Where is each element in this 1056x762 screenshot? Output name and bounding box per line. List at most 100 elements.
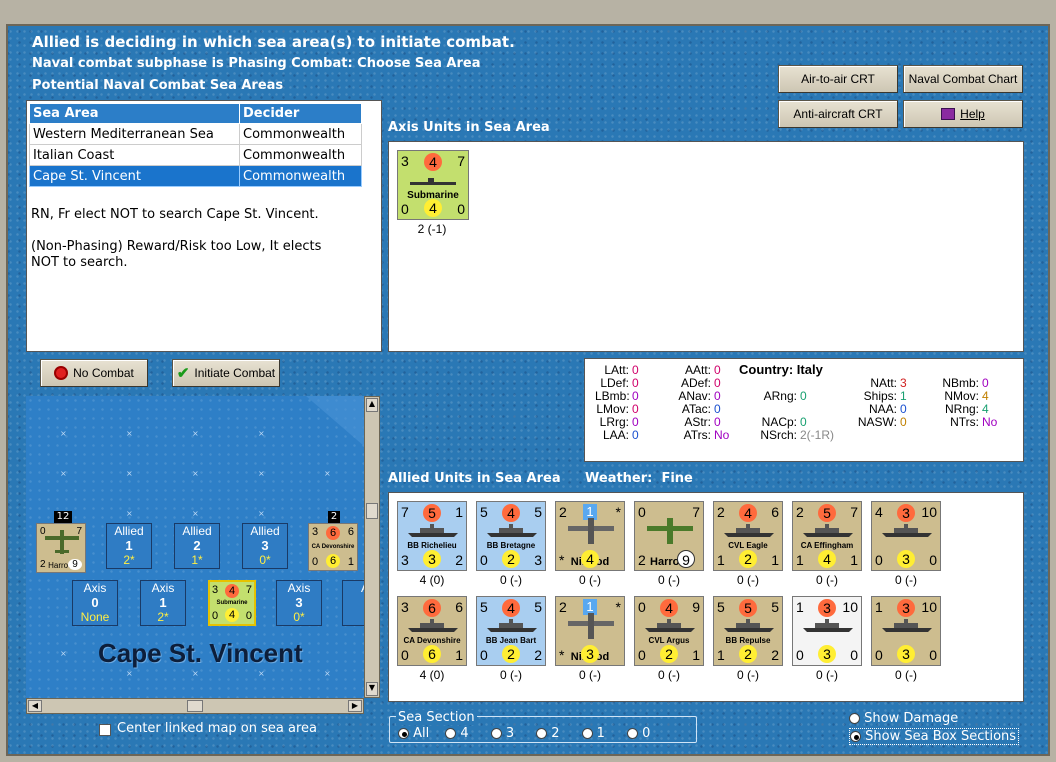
allied-unit-stat: 0 (-) [816, 668, 838, 682]
allied-unit-stat: 4 (0) [419, 668, 445, 682]
axis-submarine-counter[interactable]: 3 4 7 Submarine 0 4 0 [397, 150, 469, 220]
hscroll-thumb[interactable] [187, 700, 203, 712]
allied-unit-counter[interactable]: 2 4 6 CVL Eagle 1 2 1 [713, 501, 783, 571]
allied-unit-counter[interactable]: 0 7 Harrow 2 9 [634, 501, 704, 571]
scroll-left-arrow-icon[interactable]: ◀ [28, 700, 42, 712]
allied-unit-counter[interactable]: 0 4 9 CVL Argus 0 2 1 [634, 596, 704, 666]
scroll-thumb[interactable] [366, 503, 378, 519]
scroll-up-arrow-icon[interactable]: ▲ [366, 398, 378, 412]
axis-box-4[interactable]: A [342, 580, 364, 626]
map-horizontal-scrollbar[interactable]: ◀ ▶ [26, 698, 364, 714]
allied-unit-counter[interactable]: 4 3 10 0 3 0 [871, 501, 941, 571]
unit-stats-panel: LAtt: 0 LDef: 0 LBmb: 0 LMov: 0 LRrg: 0 LAA: 0 AAtt:… [584, 358, 1024, 462]
sea-area-table: Sea Area Decider Western Mediterranean S… [29, 103, 362, 187]
stat-value: 0 [800, 389, 807, 403]
weather-label: Weather: Fine [585, 471, 693, 486]
center-map-label: Center linked map on sea area [117, 721, 317, 736]
allied-unit-stat: 0 (-) [895, 573, 917, 587]
sea-area-map[interactable]: ×××× ××××× ×××× ××××× 12 0 7 Harrow 2 9 … [26, 396, 364, 698]
stat-value: 2(-1R) [800, 428, 835, 442]
stat-label: NBmb: [942, 376, 979, 390]
no-combat-button[interactable]: No Combat [40, 359, 148, 387]
axis-unit-stat: 2 (-1) [417, 222, 447, 236]
stat-value: 4 [982, 402, 989, 416]
allied-unit-counter[interactable]: 21*Nimrod*4 [555, 501, 625, 571]
system-menu-button[interactable] [4, 3, 32, 19]
radio-icon[interactable] [490, 728, 502, 739]
allied-unit-counter[interactable]: 5 5 5 BB Repulse 1 2 2 [713, 596, 783, 666]
svg-text:×: × [60, 429, 67, 438]
naval-combat-chart-button[interactable]: Naval Combat Chart [903, 65, 1023, 93]
axis-box-1[interactable]: Axis 1 2* [140, 580, 186, 626]
column-sea-area[interactable]: Sea Area [29, 103, 240, 124]
radio-icon[interactable] [581, 728, 593, 739]
allied-unit-counter[interactable]: 3 6 6 CA Devonshire 0 6 1 [397, 596, 467, 666]
table-row[interactable]: Western Mediterranean Sea Commonwealth [29, 123, 362, 145]
stat-value: 0 [714, 376, 721, 390]
show-sea-box-option[interactable]: Show Sea Box Sections [849, 728, 1020, 745]
initiate-combat-button[interactable]: ✔ Initiate Combat [172, 359, 280, 387]
sea-section-option-2[interactable]: 3 [490, 726, 514, 741]
radio-icon[interactable] [626, 728, 638, 739]
sea-section-option-0[interactable]: All [398, 726, 429, 741]
allied-unit-counter[interactable]: 1 3 10 0 3 0 [792, 596, 862, 666]
allied-unit-counter[interactable]: 5 4 5 BB Bretagne 0 2 3 [476, 501, 546, 571]
map-harrow-counter[interactable]: 0 7 Harrow 2 9 [36, 523, 86, 573]
anti-aircraft-crt-button[interactable]: Anti-aircraft CRT [778, 100, 898, 128]
show-damage-option[interactable]: Show Damage [849, 711, 958, 726]
map-vertical-scrollbar[interactable]: ▲ ▼ [364, 396, 380, 698]
close-button[interactable] [1020, 3, 1048, 19]
window-title: Naval Combat In Cape St. Vincent (Allied… [58, 0, 918, 22]
map-devonshire-counter[interactable]: 3 6 6 CA Devonshire 0 6 1 [308, 523, 358, 571]
sea-section-option-1[interactable]: 4 [445, 726, 469, 741]
stat-value: 0 [632, 376, 639, 390]
stat-label: NAA: [868, 402, 897, 416]
allied-box-3[interactable]: Allied 3 0* [242, 523, 288, 569]
stat-label: NMov: [944, 389, 979, 403]
stat-label: NASW: [857, 415, 897, 429]
map-submarine-counter[interactable]: 3 4 7 Submarine 0 4 0 [208, 580, 256, 626]
radio-icon[interactable] [445, 728, 457, 739]
sea-section-option-3[interactable]: 2 [536, 726, 560, 741]
center-map-checkbox[interactable] [99, 724, 111, 736]
scroll-down-arrow-icon[interactable]: ▼ [366, 682, 378, 696]
help-button[interactable]: Help [903, 100, 1023, 128]
axis-units-panel: 3 4 7 Submarine 0 4 0 2 (-1) [388, 141, 1024, 352]
svg-text:×: × [258, 469, 265, 478]
allied-box-1[interactable]: Allied 1 2* [106, 523, 152, 569]
stat-value: 1 [900, 389, 907, 403]
bomber-plane-icon [45, 530, 79, 554]
radio-icon[interactable] [398, 728, 409, 739]
warship-icon [408, 524, 458, 537]
allied-unit-stat: 0 (-) [500, 573, 522, 587]
stat-label: LMov: [596, 402, 629, 416]
allied-unit-counter[interactable]: 7 5 1 BB Richelieu 3 3 2 [397, 501, 467, 571]
allied-unit-counter[interactable]: 5 4 5 BB Jean Bart 0 2 2 [476, 596, 546, 666]
allied-unit-stat: 0 (-) [658, 668, 680, 682]
axis-box-0[interactable]: Axis 0 None [72, 580, 118, 626]
allied-unit-counter[interactable]: 2 5 7 CA Effingham 1 4 1 [792, 501, 862, 571]
allied-box-2[interactable]: Allied 2 1* [174, 523, 220, 569]
stat-label: LDef: [600, 376, 629, 390]
allied-unit-counter[interactable]: 21*Nimrod*3 [555, 596, 625, 666]
table-row[interactable]: Italian Coast Commonwealth [29, 144, 362, 166]
scroll-right-arrow-icon[interactable]: ▶ [348, 700, 362, 712]
country-label: Country: Italy [739, 362, 823, 377]
axis-box-3[interactable]: Axis 3 0* [276, 580, 322, 626]
column-decider[interactable]: Decider [239, 103, 362, 124]
allied-unit-counter[interactable]: 1 3 10 0 3 0 [871, 596, 941, 666]
air-to-air-crt-button[interactable]: Air-to-air CRT [778, 65, 898, 93]
svg-text:×: × [258, 429, 265, 438]
svg-text:×: × [324, 469, 331, 478]
sea-area-panel: Sea Area Decider Western Mediterranean S… [26, 100, 382, 352]
sea-section-option-4[interactable]: 1 [581, 726, 605, 741]
allied-unit-stat: 0 (-) [737, 668, 759, 682]
stat-label: AStr: [684, 415, 711, 429]
sea-section-option-5[interactable]: 0 [626, 726, 650, 741]
table-row-selected[interactable]: Cape St. Vincent Commonwealth [29, 165, 362, 187]
stat-label: AAtt: [684, 363, 711, 377]
show-damage-radio[interactable] [849, 713, 860, 724]
show-sea-box-radio[interactable] [850, 731, 861, 742]
radio-icon[interactable] [536, 728, 548, 739]
union-jack-flag-icon [922, 0, 968, 22]
